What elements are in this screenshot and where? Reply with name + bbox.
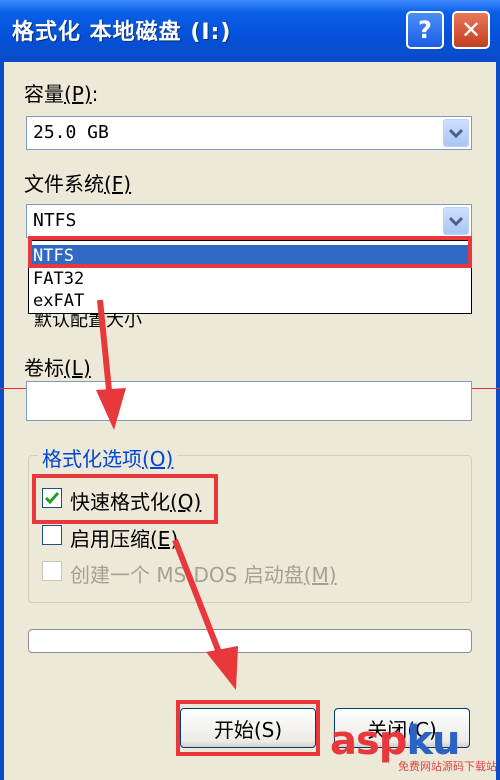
arrow-icon [172, 538, 238, 690]
watermark-tagline: 免费网站源码下载站 [398, 760, 497, 773]
arrow-icon [96, 299, 126, 430]
annotation-arrows [96, 299, 238, 690]
